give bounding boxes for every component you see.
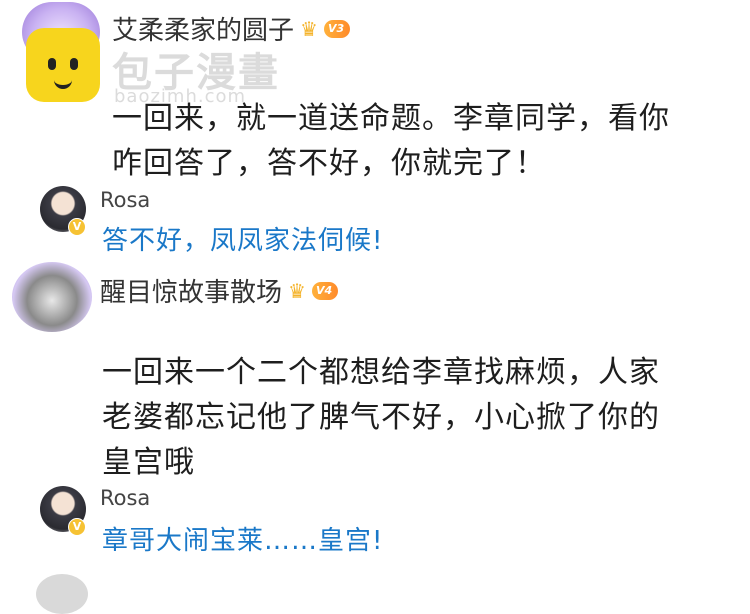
verified-badge-icon: V [68,218,86,236]
comment-line: 老婆都忘记他了脾气不好，小心掀了你的 [102,400,660,435]
reply-username[interactable]: Rosa [100,486,150,510]
comment-body: 一回来一个二个都想给李章找麻烦，人家 老婆都忘记他了脾气不好，小心掀了你的 皇宫… [102,350,742,485]
comment-line: 咋回答了，答不好，你就完了！ [112,146,546,181]
verified-badge-icon: V [68,518,86,536]
avatar[interactable] [12,262,92,332]
comment-line: 一回来一个二个都想给李章找麻烦，人家 [102,355,660,390]
reply-text: 答不好，凤凤家法伺候! [102,226,384,256]
level-badge: V4 [311,281,339,300]
comment-body: 一回来，就一道送命题。李章同学，看你 咋回答了，答不好，你就完了！ [112,96,742,186]
comment-line: 一回来，就一道送命题。李章同学，看你 [112,101,670,136]
comment-line: 皇宫哦 [102,445,195,480]
reply-text: 章哥大闹宝莱……皇宫! [102,526,384,556]
level-badge: V3 [323,19,351,38]
comment-header: 醒目惊故事散场 ♛ V4 [100,272,339,309]
crown-icon: ♛ [288,278,306,303]
username[interactable]: 醒目惊故事散场 [100,272,282,309]
reply-username[interactable]: Rosa [100,188,150,212]
watermark-logo-icon [26,28,100,102]
crown-icon: ♛ [300,16,318,41]
avatar[interactable] [36,574,88,614]
